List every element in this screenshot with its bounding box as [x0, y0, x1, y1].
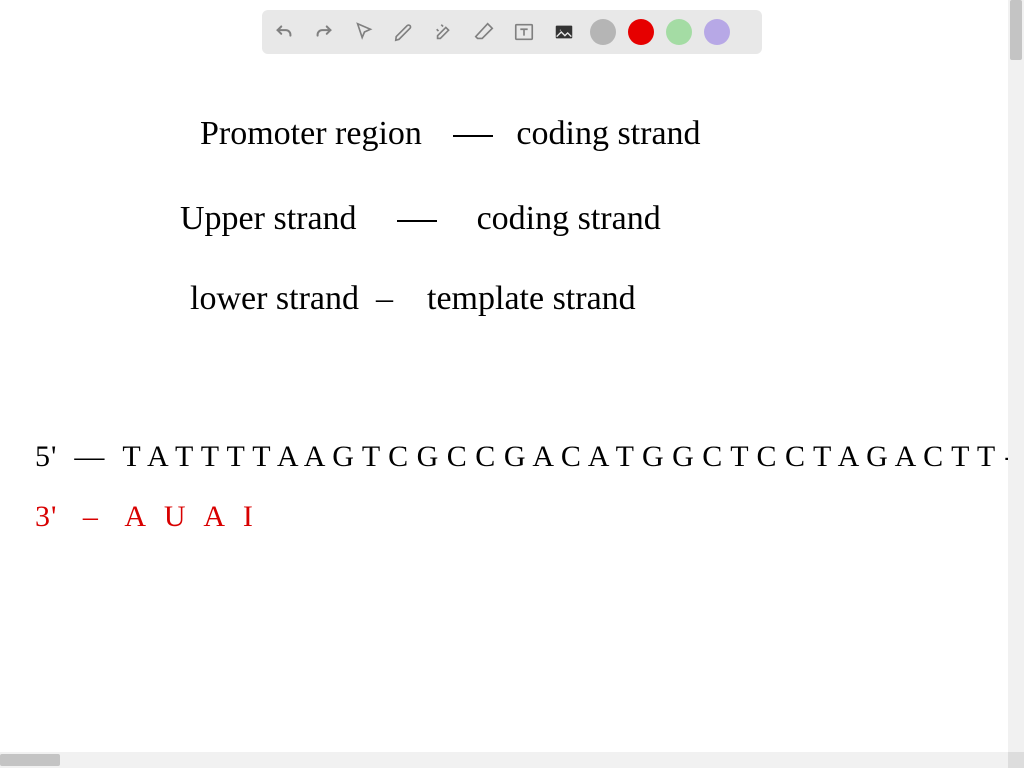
- seq-top-prefix: 5': [35, 440, 57, 473]
- note-2-left: Upper strand: [180, 200, 357, 237]
- pointer-tool-button[interactable]: [350, 18, 378, 46]
- note-1-right: coding strand: [516, 115, 700, 152]
- whiteboard-canvas[interactable]: Promoter region coding strand Upper stra…: [0, 0, 1008, 752]
- color-purple-button[interactable]: [704, 19, 730, 45]
- image-tool-button[interactable]: [550, 18, 578, 46]
- note-line-1: Promoter region coding strand: [200, 115, 701, 153]
- eraser-tool-button[interactable]: [470, 18, 498, 46]
- dash-icon: [453, 135, 493, 137]
- vertical-scrollbar[interactable]: [1008, 0, 1024, 752]
- sequence-top-line: 5' — T A T T T T A A G T C G C C G A C A…: [35, 440, 1024, 474]
- note-3-right: template strand: [427, 280, 636, 317]
- sequence-bottom-line: 3' – A U A I: [35, 500, 259, 534]
- note-line-2: Upper strand coding strand: [180, 200, 661, 238]
- seq-bottom-prefix: 3': [35, 500, 57, 533]
- tools-button[interactable]: [430, 18, 458, 46]
- seq-top-bases: T A T T T T A A G T C G C C G A C A T G …: [122, 440, 995, 473]
- drawing-toolbar: [262, 10, 762, 54]
- note-1-left: Promoter region: [200, 115, 422, 152]
- note-line-3: lower strand – template strand: [190, 280, 636, 318]
- scroll-corner: [1008, 752, 1024, 768]
- pen-tool-button[interactable]: [390, 18, 418, 46]
- dash-icon: [397, 220, 437, 222]
- redo-button[interactable]: [310, 18, 338, 46]
- seq-bottom-bases: A U A I: [124, 500, 259, 533]
- horizontal-scrollbar-thumb[interactable]: [0, 754, 60, 766]
- color-green-button[interactable]: [666, 19, 692, 45]
- color-gray-button[interactable]: [590, 19, 616, 45]
- note-2-right: coding strand: [477, 200, 661, 237]
- horizontal-scrollbar[interactable]: [0, 752, 1008, 768]
- vertical-scrollbar-thumb[interactable]: [1010, 0, 1022, 60]
- undo-button[interactable]: [270, 18, 298, 46]
- note-3-left: lower strand: [190, 280, 359, 317]
- color-red-button[interactable]: [628, 19, 654, 45]
- text-tool-button[interactable]: [510, 18, 538, 46]
